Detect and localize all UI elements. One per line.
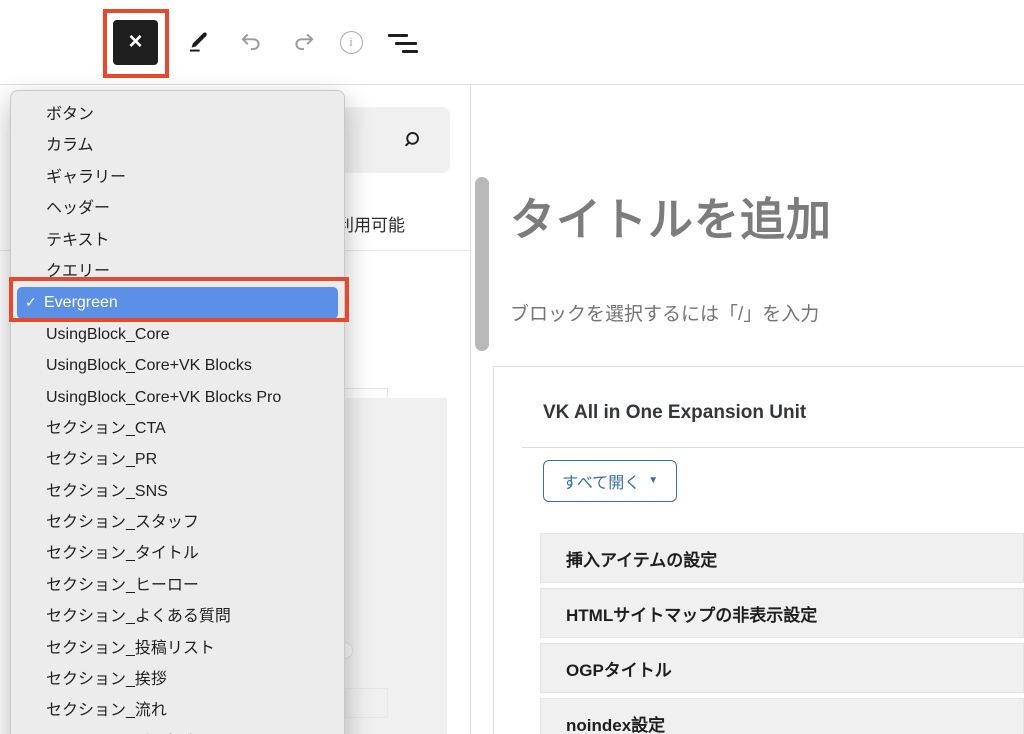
dropdown-item-label: UsingBlock_Core+VK Blocks: [46, 357, 252, 374]
undo-icon: [238, 29, 264, 55]
open-all-button[interactable]: すべて開く ▼: [543, 460, 677, 502]
dropdown-item-label: UsingBlock_Core: [46, 326, 170, 343]
dropdown-menu-item[interactable]: ✓ UsingBlock_Core: [11, 319, 344, 350]
dropdown-menu-item[interactable]: ✓ セクション_挨拶: [11, 664, 344, 695]
dropdown-menu-item[interactable]: ✓ セクション_よくある質問: [11, 601, 344, 632]
dropdown-menu-item[interactable]: ✓ Evergreen: [17, 287, 338, 318]
info-icon: i: [340, 31, 363, 54]
dropdown-menu-item[interactable]: ✓ セクション_流れ: [11, 695, 344, 726]
accordion-section-header[interactable]: 挿入アイテムの設定: [540, 533, 1024, 583]
dropdown-menu-item[interactable]: ✓ ギャラリー: [11, 162, 344, 193]
dropdown-menu-item[interactable]: ✓ ページ_サービス紹介: [11, 727, 344, 734]
dropdown-item-label: セクション_SNS: [46, 483, 168, 500]
metabox-title-divider: [522, 447, 1024, 448]
sidebar-scrollbar[interactable]: [475, 177, 489, 351]
chevron-down-icon: ▼: [648, 476, 658, 486]
dropdown-menu-item[interactable]: ✓ テキスト: [11, 225, 344, 256]
dropdown-item-label: Evergreen: [44, 287, 118, 318]
details-button[interactable]: i: [337, 28, 365, 56]
dropdown-menu-item[interactable]: ✓ クエリー: [11, 256, 344, 287]
accordion-section-label: HTMLサイトマップの非表示設定: [566, 601, 817, 626]
metabox-section-list: 挿入アイテムの設定 HTMLサイトマップの非表示設定 OGPタイトル noind…: [540, 533, 1024, 734]
dropdown-menu-item[interactable]: ✓ セクション_SNS: [11, 476, 344, 507]
pattern-category-dropdown-menu: ✓ ボタン ✓ カラム ✓ ギャラリー ✓ ヘッダー ✓ テキスト ✓ クエリー…: [10, 90, 345, 734]
accordion-section-label: noindex設定: [566, 711, 665, 734]
dropdown-menu-item[interactable]: ✓ UsingBlock_Core+VK Blocks Pro: [11, 382, 344, 413]
metabox-title: VK All in One Expansion Unit: [543, 402, 806, 424]
dropdown-menu-item[interactable]: ✓ セクション_PR: [11, 444, 344, 475]
dropdown-item-label: ヘッダー: [46, 200, 110, 217]
dropdown-item-label: UsingBlock_Core+VK Blocks Pro: [46, 389, 281, 406]
dropdown-menu-item[interactable]: ✓ セクション_CTA: [11, 413, 344, 444]
pattern-preview-card[interactable]: [345, 688, 388, 718]
dropdown-menu-item[interactable]: ✓ セクション_投稿リスト: [11, 633, 344, 664]
accordion-section-header[interactable]: noindex設定: [540, 698, 1024, 734]
dropdown-item-label: テキスト: [46, 232, 110, 249]
search-icon: [398, 127, 424, 153]
checkmark-icon: ✓: [25, 287, 44, 318]
pattern-preview-thumbnail[interactable]: [345, 398, 447, 734]
metabox-border: [493, 366, 494, 734]
redo-icon: [291, 29, 317, 55]
dropdown-item-label: セクション_タイトル: [46, 545, 199, 562]
dropdown-item-label: セクション_投稿リスト: [46, 640, 215, 657]
dropdown-item-label: クエリー: [46, 263, 110, 280]
undo-button[interactable]: [237, 28, 265, 56]
dropdown-menu-item[interactable]: ✓ カラム: [11, 130, 344, 161]
dropdown-menu-item[interactable]: ✓ セクション_ヒーロー: [11, 570, 344, 601]
accordion-section-label: 挿入アイテムの設定: [566, 546, 717, 571]
dropdown-item-label: セクション_CTA: [46, 420, 166, 437]
dropdown-menu-item[interactable]: ✓ ヘッダー: [11, 193, 344, 224]
dropdown-menu-item[interactable]: ✓ UsingBlock_Core+VK Blocks: [11, 350, 344, 381]
dropdown-item-label: ギャラリー: [46, 169, 126, 186]
dropdown-item-label: セクション_ヒーロー: [46, 577, 199, 594]
dropdown-item-label: ボタン: [46, 106, 94, 123]
document-overview-button[interactable]: [388, 30, 416, 58]
available-patterns-label: 利用可能: [337, 211, 405, 236]
redo-button[interactable]: [290, 28, 318, 56]
edit-mode-button[interactable]: [184, 28, 212, 56]
post-title-input[interactable]: タイトルを追加: [510, 183, 832, 248]
dropdown-item-label: セクション_よくある質問: [46, 608, 231, 625]
list-view-icon: [388, 33, 416, 55]
open-all-label: すべて開く: [562, 469, 640, 493]
dropdown-menu-item[interactable]: ✓ セクション_スタッフ: [11, 507, 344, 538]
dropdown-item-label: セクション_流れ: [46, 702, 167, 719]
dropdown-item-label: セクション_挨拶: [46, 671, 167, 688]
block-inserter-toggle-button[interactable]: ×: [113, 20, 158, 65]
pencil-icon: [185, 29, 211, 55]
dropdown-item-label: カラム: [46, 137, 94, 154]
dropdown-menu-item[interactable]: ✓ セクション_タイトル: [11, 538, 344, 569]
editor-canvas: タイトルを追加 ブロックを選択するには「/」を入力 VK All in One …: [494, 85, 1024, 734]
metabox-divider: [493, 366, 1024, 367]
close-icon: ×: [128, 30, 142, 54]
dropdown-item-label: セクション_スタッフ: [46, 514, 199, 531]
block-placeholder-text[interactable]: ブロックを選択するには「/」を入力: [510, 299, 819, 326]
accordion-section-label: OGPタイトル: [566, 656, 672, 681]
accordion-section-header[interactable]: OGPタイトル: [540, 643, 1024, 693]
dropdown-menu-item[interactable]: ✓ ボタン: [11, 99, 344, 130]
accordion-section-header[interactable]: HTMLサイトマップの非表示設定: [540, 588, 1024, 638]
dropdown-item-label: セクション_PR: [46, 451, 157, 468]
